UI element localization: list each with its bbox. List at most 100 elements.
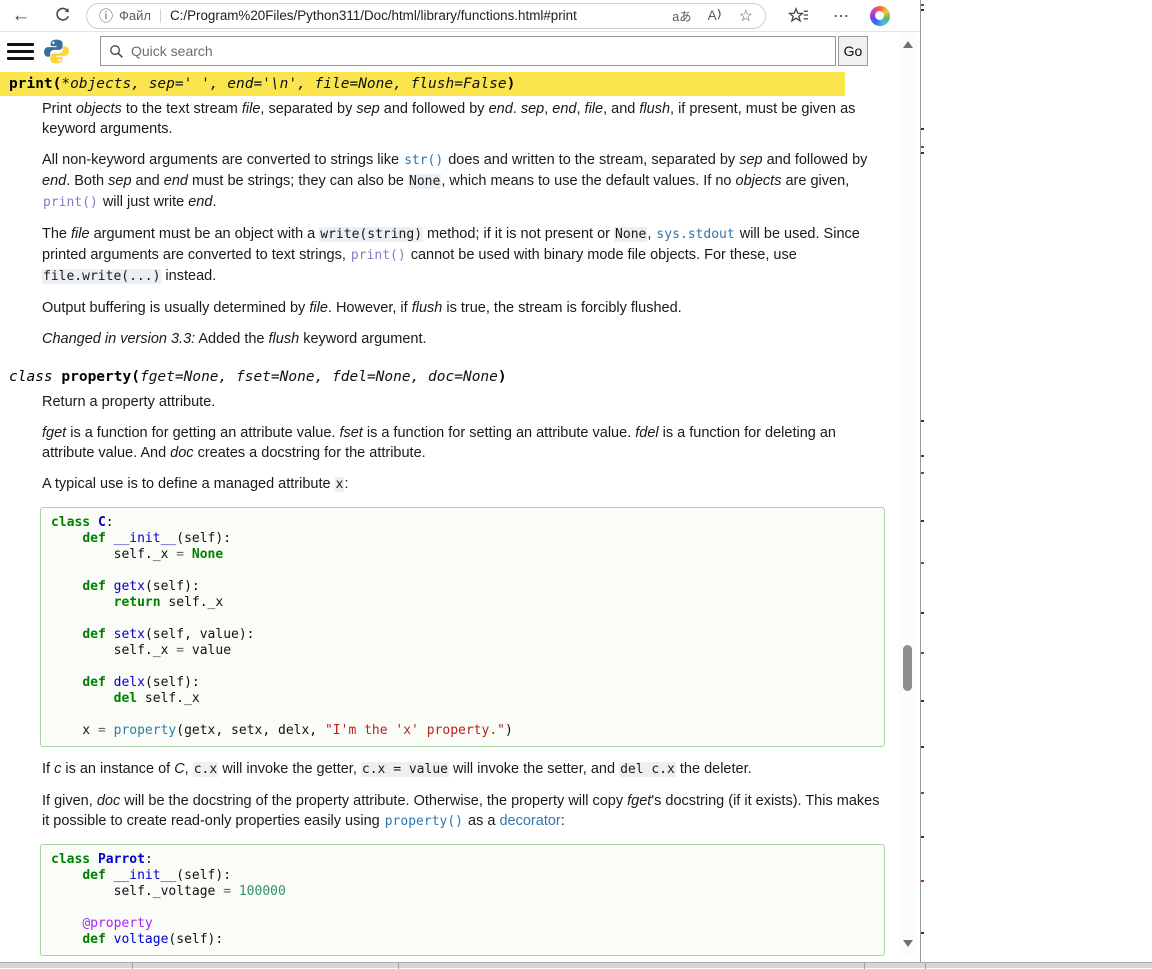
code-line [51, 563, 874, 579]
code-token: __init__ [114, 868, 177, 883]
favorites-hub-icon[interactable] [788, 7, 809, 25]
code-block: class C: def __init__(self): self._x = N… [40, 507, 885, 747]
text-link[interactable]: decorator [499, 813, 560, 829]
code-link[interactable]: sys.stdout [655, 227, 735, 242]
paragraph: A typical use is to define a managed att… [42, 474, 885, 495]
scrollbar-thumb[interactable] [903, 645, 912, 691]
emphasis-text: end [188, 194, 212, 210]
code-token: = [223, 884, 231, 899]
refresh-button[interactable] [52, 6, 72, 26]
code-link[interactable]: str() [403, 153, 444, 168]
code-token: def [82, 868, 105, 883]
code-line: def getx(self): [51, 579, 874, 595]
back-button[interactable]: ← [10, 1, 32, 31]
emphasis-text: flush [269, 331, 300, 347]
emphasis-text: fget [627, 793, 651, 809]
code-token: def [82, 579, 105, 594]
code-token: self._voltage [51, 884, 223, 899]
signature-token: ) [498, 369, 507, 385]
emphasis-text: end [42, 173, 66, 189]
read-aloud-icon[interactable]: A [708, 8, 723, 23]
code-token: self._x [51, 643, 176, 658]
page-info-icon[interactable]: ⓘ [99, 6, 113, 26]
code-token: def [82, 627, 105, 642]
copilot-icon[interactable] [870, 6, 890, 26]
emphasis-text: file [242, 101, 261, 117]
code-token: (self): [176, 868, 231, 883]
favorite-star-icon[interactable]: ☆ [739, 6, 753, 26]
refresh-icon [54, 7, 71, 24]
code-link[interactable]: property() [384, 814, 464, 829]
code-token [51, 531, 82, 546]
code-line: self._x = value [51, 643, 874, 659]
code-token: voltage [114, 932, 169, 947]
code-token [106, 531, 114, 546]
code-line: @property [51, 916, 874, 932]
scrollbar-down-arrow[interactable] [903, 940, 913, 947]
emphasis-text: C [174, 761, 184, 777]
background-window-sliver [921, 0, 925, 962]
code-token [106, 723, 114, 738]
code-token: (self): [145, 579, 200, 594]
code-token: (self): [145, 675, 200, 690]
signature-token: ) [507, 76, 516, 92]
code-line: class C: [51, 515, 874, 531]
translate-icon[interactable]: aあ [672, 6, 691, 25]
code-line: return self._x [51, 595, 874, 611]
signature-token: class [9, 369, 61, 385]
emphasis-text: fget [42, 425, 66, 441]
code-token: class [51, 515, 90, 530]
search-input[interactable] [100, 36, 836, 66]
code-token [51, 932, 82, 947]
page-content: Go print(*objects, sep=' ', end='\n', fi… [0, 32, 899, 956]
code-line: del self._x [51, 691, 874, 707]
read-aloud-glyph: A [708, 8, 717, 23]
settings-menu-icon[interactable]: ⋯ [833, 6, 850, 26]
go-button[interactable]: Go [838, 36, 868, 66]
scrollbar-up-arrow[interactable] [903, 41, 913, 48]
code-link[interactable]: print() [42, 195, 99, 210]
doc-header: Go [0, 32, 899, 70]
code-line: def voltage(self): [51, 932, 874, 948]
code-token: ) [505, 723, 513, 738]
emphasis-text: sep [356, 101, 379, 117]
page-scrollbar[interactable] [899, 32, 917, 956]
url-text[interactable]: C:/Program%20Files/Python311/Doc/html/li… [170, 8, 656, 23]
paragraph: All non-keyword arguments are converted … [42, 150, 885, 213]
code-token: def [82, 932, 105, 947]
code-token: = [176, 547, 184, 562]
code-token [51, 579, 82, 594]
code-token: : [145, 852, 153, 867]
menu-hamburger-icon[interactable] [7, 39, 34, 64]
code-token: : [106, 515, 114, 530]
python-logo[interactable] [43, 38, 70, 65]
code-line: self._x = None [51, 547, 874, 563]
inline-code: file.write(...) [42, 269, 161, 284]
inline-code: None [614, 227, 647, 242]
code-token [51, 627, 82, 642]
code-block: class Parrot: def __init__(self): self._… [40, 844, 885, 956]
emphasis-text: objects [76, 101, 122, 117]
code-token: None [192, 547, 223, 562]
emphasis-text: objects [736, 173, 782, 189]
inline-code: write(string) [319, 227, 423, 242]
emphasis-text: sep [108, 173, 131, 189]
paragraph: fget is a function for getting an attrib… [42, 423, 885, 463]
code-link[interactable]: print() [350, 248, 407, 263]
address-bar[interactable]: ⓘ Файл C:/Program%20Files/Python311/Doc/… [86, 3, 766, 29]
signature-token: *objects, sep=' ', end='\n', file=None, … [61, 76, 506, 92]
code-line: def setx(self, value): [51, 627, 874, 643]
emphasis-text: fset [339, 425, 362, 441]
browser-toolbar: ← ⓘ Файл C:/Program%20Files/Python311/Do… [0, 0, 920, 32]
search-icon [109, 44, 124, 59]
code-token: class [51, 852, 90, 867]
emphasis-text: file [71, 226, 90, 242]
code-line: def delx(self): [51, 675, 874, 691]
emphasis-text: flush [639, 101, 670, 117]
emphasis-text: end [164, 173, 188, 189]
code-token: (self): [168, 932, 223, 947]
code-token: setx [114, 627, 145, 642]
code-token [106, 675, 114, 690]
code-token: = [176, 643, 184, 658]
code-token: Parrot [98, 852, 145, 867]
